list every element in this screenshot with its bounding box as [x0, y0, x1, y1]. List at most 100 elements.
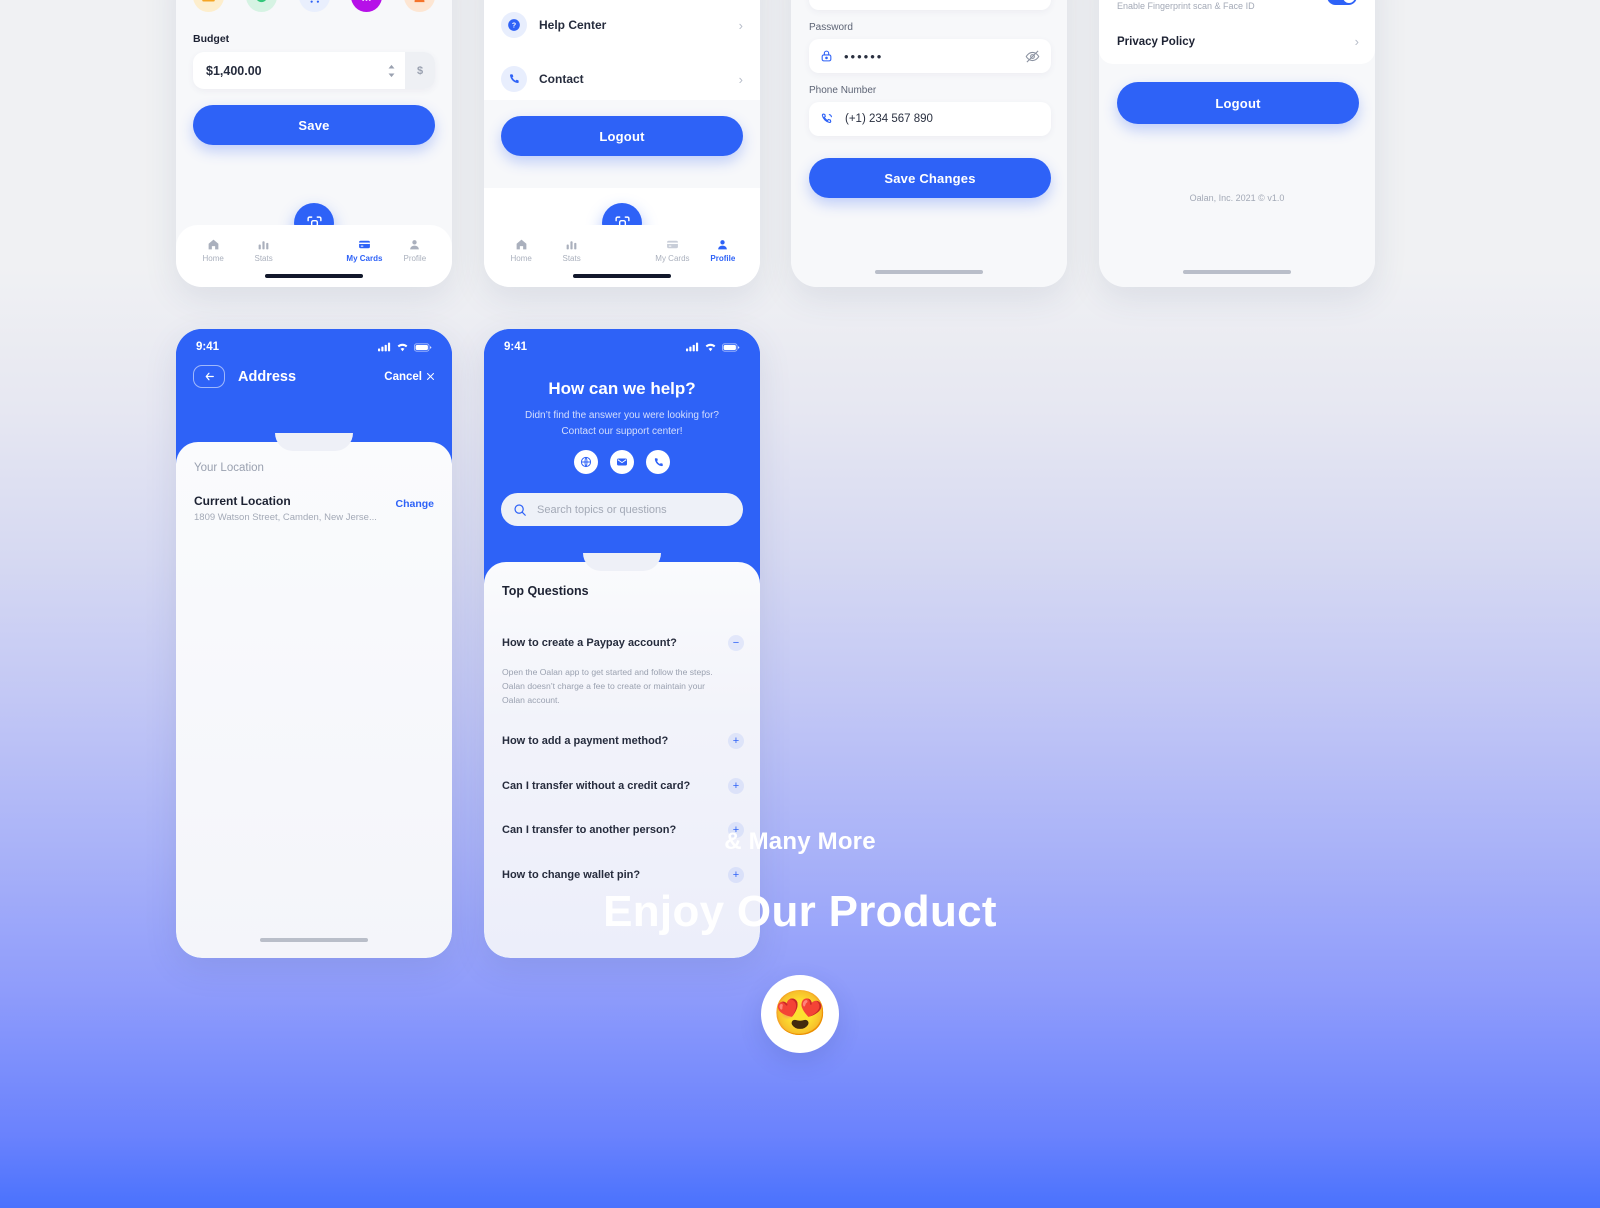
credit-card-icon — [359, 240, 370, 249]
tab-my-cards[interactable]: My Cards — [339, 238, 389, 263]
phone-mockup-address: 9:41 Address Cancel Your Location Curren… — [176, 329, 452, 958]
menu-item-help-center-label: Help Center — [539, 18, 607, 32]
faq-expand-button-4[interactable]: + — [728, 867, 744, 883]
support-email-button[interactable] — [610, 450, 634, 474]
apple-icon — [256, 0, 266, 3]
chevron-right-icon: › — [738, 17, 743, 33]
close-icon — [427, 373, 434, 380]
tab-home[interactable]: Home — [188, 238, 238, 263]
faq-item-2[interactable]: Can I transfer without a credit card? + — [502, 778, 744, 794]
privacy-policy-row[interactable]: Privacy Policy › — [1117, 34, 1359, 49]
tab-profile-label: Profile — [403, 254, 427, 263]
budget-currency-unit[interactable]: $ — [405, 52, 435, 89]
cellular-signal-icon — [378, 342, 391, 352]
search-icon — [514, 503, 526, 516]
help-subtitle: Didn’t find the answer you were looking … — [484, 408, 760, 439]
category-chip-shopping[interactable] — [298, 0, 330, 12]
phone-icon-wrap — [501, 66, 527, 92]
bottom-tab-bar: Home Stats My Cards Profile — [484, 225, 760, 287]
password-field[interactable]: •••••• — [809, 39, 1051, 73]
search-input[interactable]: Search topics or questions — [501, 493, 743, 526]
tab-spacer — [597, 238, 647, 263]
category-chip-bag[interactable] — [404, 0, 435, 12]
category-chip-camera[interactable] — [193, 0, 224, 12]
address-navbar: Address Cancel — [176, 353, 452, 388]
faq-item-3[interactable]: Can I transfer to another person? + — [502, 822, 744, 838]
home-icon — [208, 239, 219, 250]
copyright-text: Oalan, Inc. 2021 © v1.0 — [1189, 193, 1285, 203]
save-button[interactable]: Save — [193, 105, 435, 145]
category-chip-food[interactable] — [245, 0, 277, 12]
tab-profile[interactable]: Profile — [390, 238, 440, 263]
faq-question-2: Can I transfer without a credit card? — [502, 780, 691, 792]
wifi-icon — [397, 343, 408, 352]
budget-input[interactable]: $1,400.00 $ — [193, 52, 435, 89]
status-bar: 9:41 — [176, 329, 452, 353]
password-label: Password — [809, 22, 853, 33]
cellular-signal-icon — [686, 342, 699, 352]
phone-call-icon — [821, 113, 832, 123]
status-bar: 9:41 — [484, 329, 760, 353]
help-subtitle-line1: Didn’t find the answer you were looking … — [525, 410, 719, 421]
category-chip-music[interactable] — [351, 0, 383, 12]
status-time: 9:41 — [196, 341, 220, 353]
privacy-policy-label: Privacy Policy — [1117, 35, 1195, 48]
tab-spacer — [289, 238, 339, 263]
top-questions-label: Top Questions — [502, 584, 589, 598]
back-button[interactable] — [193, 365, 225, 388]
menu-item-contact[interactable]: Contact › — [501, 64, 743, 94]
logout-button[interactable]: Logout — [501, 116, 743, 156]
home-indicator — [265, 274, 363, 278]
support-phone-button[interactable] — [646, 450, 670, 474]
budget-value: $1,400.00 — [206, 63, 262, 78]
toggle-password-visibility[interactable] — [1025, 49, 1040, 64]
budget-label: Budget — [193, 33, 230, 45]
smiling-face-with-heart-eyes-icon: 😍 — [772, 989, 828, 1038]
support-web-button[interactable] — [574, 450, 598, 474]
status-icons — [378, 342, 432, 352]
current-location-address: 1809 Watson Street, Camden, New Jerse... — [194, 512, 377, 523]
person-icon — [410, 240, 420, 250]
phone-icon — [509, 74, 519, 84]
tab-stats[interactable]: Stats — [546, 238, 596, 263]
tab-stats[interactable]: Stats — [238, 238, 288, 263]
phone-mockup-edit-profile: Email onamsarker@gmail.com Password ••••… — [791, 0, 1067, 287]
toggle-knob — [1342, 0, 1355, 3]
email-field[interactable]: onamsarker@gmail.com — [809, 0, 1051, 10]
tab-profile[interactable]: Profile — [698, 238, 748, 263]
faq-item-1[interactable]: How to add a payment method? + — [502, 733, 744, 749]
logout-button[interactable]: Logout — [1117, 82, 1359, 124]
change-location-link[interactable]: Change — [395, 498, 434, 510]
tab-home[interactable]: Home — [496, 238, 546, 263]
faq-question-4: How to change wallet pin? — [502, 869, 641, 881]
faq-item-4[interactable]: How to change wallet pin? + — [502, 867, 744, 883]
faq-expand-button-3[interactable]: + — [728, 822, 744, 838]
biometric-subtitle: Enable Fingerprint scan & Face ID — [1117, 1, 1255, 11]
faq-expand-button-2[interactable]: + — [728, 778, 744, 794]
camera-icon — [202, 0, 215, 2]
person-icon — [718, 240, 728, 250]
save-changes-button[interactable]: Save Changes — [809, 158, 1051, 198]
svg-text:?: ? — [512, 23, 516, 30]
credit-card-icon — [667, 240, 678, 249]
tab-my-cards[interactable]: My Cards — [647, 238, 697, 263]
menu-item-help-center[interactable]: ? Help Center › — [501, 10, 743, 40]
cancel-button[interactable]: Cancel — [384, 371, 435, 383]
faq-expand-button-1[interactable]: + — [728, 733, 744, 749]
envelope-icon — [617, 458, 627, 466]
chevron-right-icon: › — [1354, 34, 1359, 49]
help-title: How can we help? — [548, 379, 696, 398]
phone-mockup-help-center: 9:41 How can we help? Didn’t find the an… — [484, 329, 760, 958]
faq-item-0[interactable]: How to create a Paypay account? − — [502, 635, 744, 651]
phone-value: (+1) 234 567 890 — [845, 113, 933, 125]
phone-field[interactable]: (+1) 234 567 890 — [809, 102, 1051, 136]
quantity-stepper[interactable] — [383, 64, 399, 78]
tab-my-cards-label: My Cards — [346, 254, 383, 263]
globe-icon — [580, 456, 592, 468]
address-header: 9:41 Address Cancel — [176, 329, 452, 449]
eye-off-icon — [1025, 49, 1040, 63]
shopping-cart-icon — [310, 0, 319, 3]
faq-collapse-button-0[interactable]: − — [728, 635, 744, 651]
faq-question-1: How to add a payment method? — [502, 735, 669, 747]
tab-home-label: Home — [202, 254, 224, 263]
